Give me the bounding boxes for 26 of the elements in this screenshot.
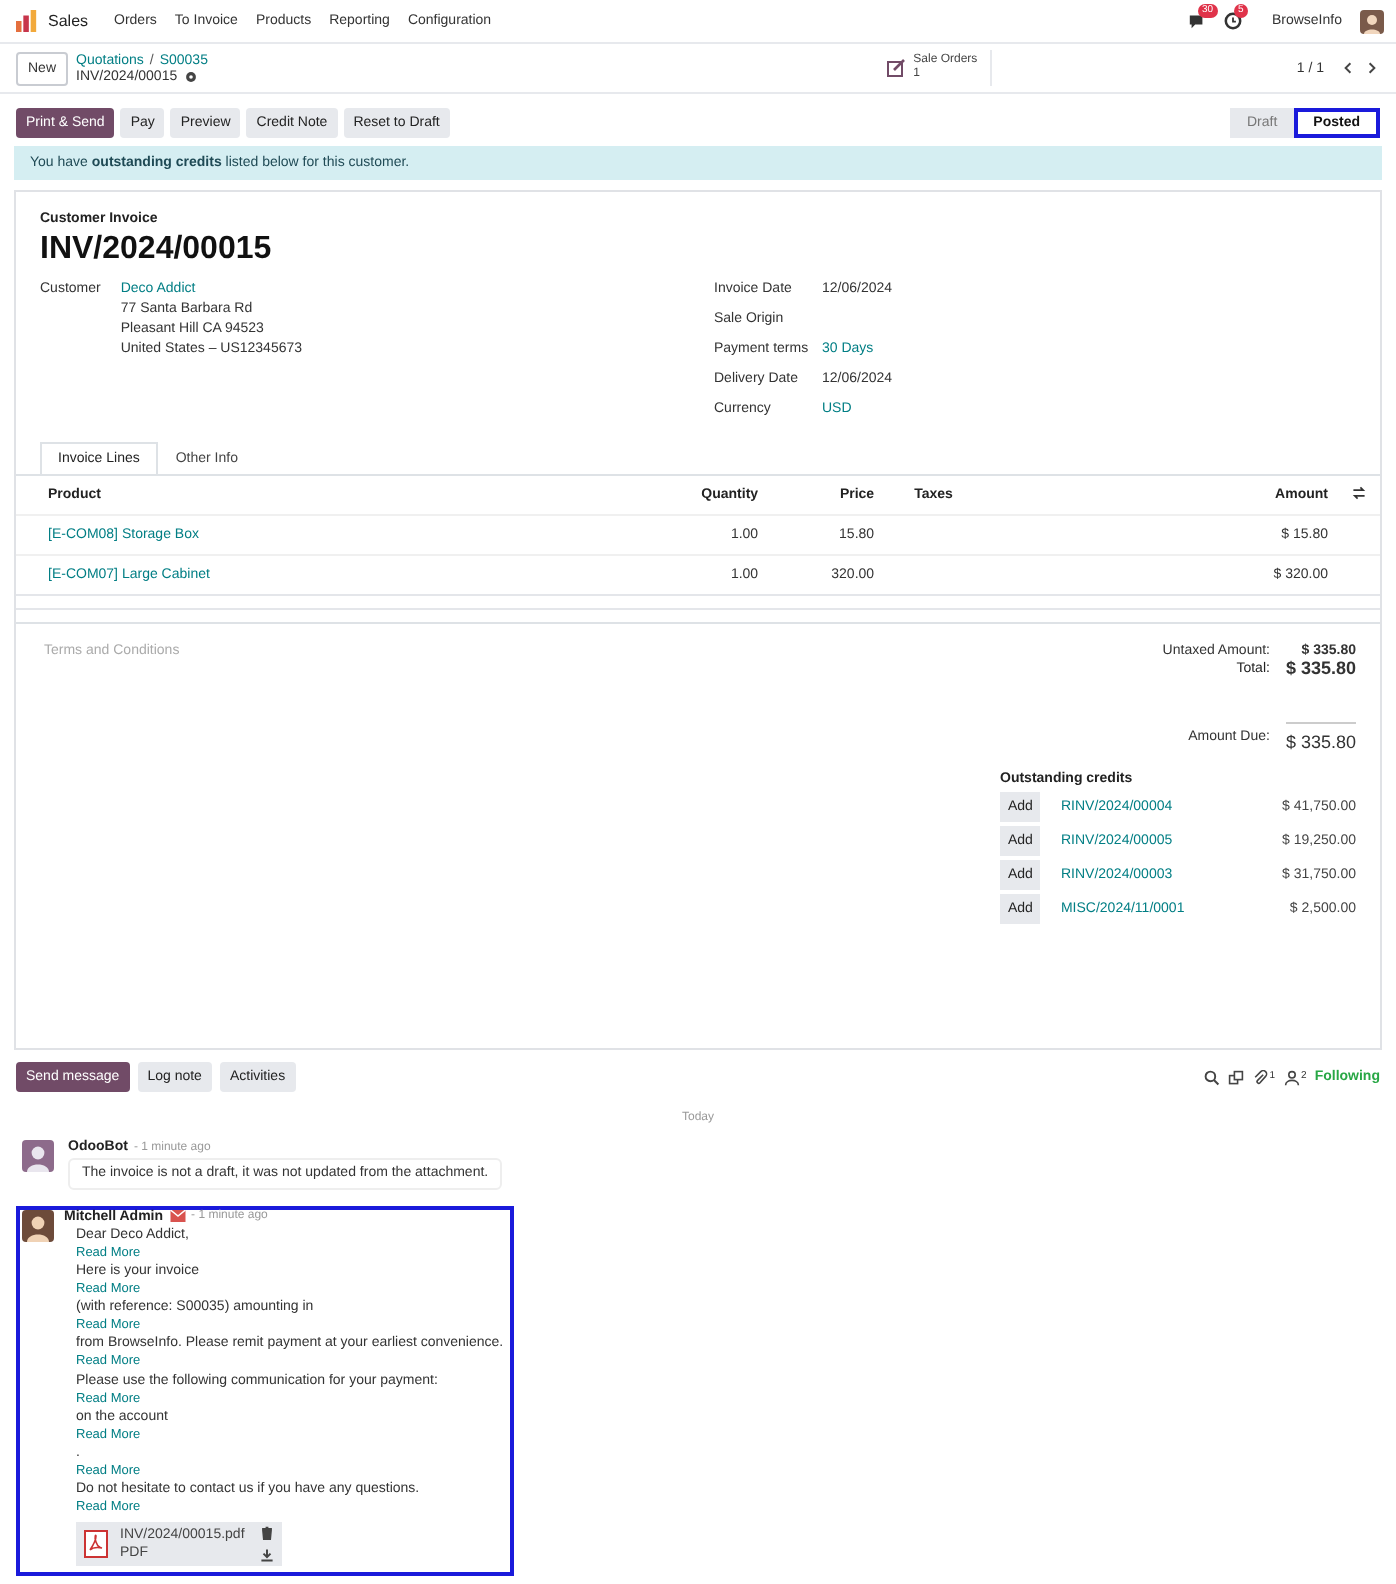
envelope-icon (169, 1210, 186, 1223)
windows-icon[interactable] (1227, 1069, 1244, 1085)
avatar-icon (22, 1140, 54, 1172)
column-settings-icon[interactable] (1351, 486, 1365, 500)
chat-message[interactable] (16, 1205, 514, 1576)
clock-icon[interactable] (1223, 12, 1242, 30)
chevron-left-icon[interactable] (1340, 60, 1357, 76)
gear-icon[interactable] (183, 69, 198, 83)
trash-icon[interactable] (260, 1526, 274, 1540)
pdf-file-icon (84, 1530, 108, 1558)
download-icon[interactable] (260, 1548, 274, 1562)
total-value: $ 335.80 (1285, 722, 1356, 752)
chevron-right-icon[interactable] (1364, 60, 1381, 76)
bar-chart-icon[interactable] (16, 10, 38, 32)
avatar-icon (22, 1209, 54, 1242)
search-icon[interactable] (1203, 1069, 1220, 1085)
user-avatar-icon[interactable] (1360, 9, 1384, 33)
paperclip-icon[interactable] (1251, 1069, 1268, 1085)
edit-icon (885, 58, 906, 78)
total-value: $ 335.80 (1285, 658, 1356, 678)
follower-count: 2 (1301, 1069, 1307, 1081)
chat-icon[interactable] (1187, 12, 1206, 30)
app-name[interactable]: Sales (48, 12, 89, 30)
person-icon[interactable] (1283, 1069, 1300, 1085)
attachment-count: 1 (1269, 1069, 1276, 1081)
invoice-number: INV/2024/00015 (40, 232, 274, 268)
